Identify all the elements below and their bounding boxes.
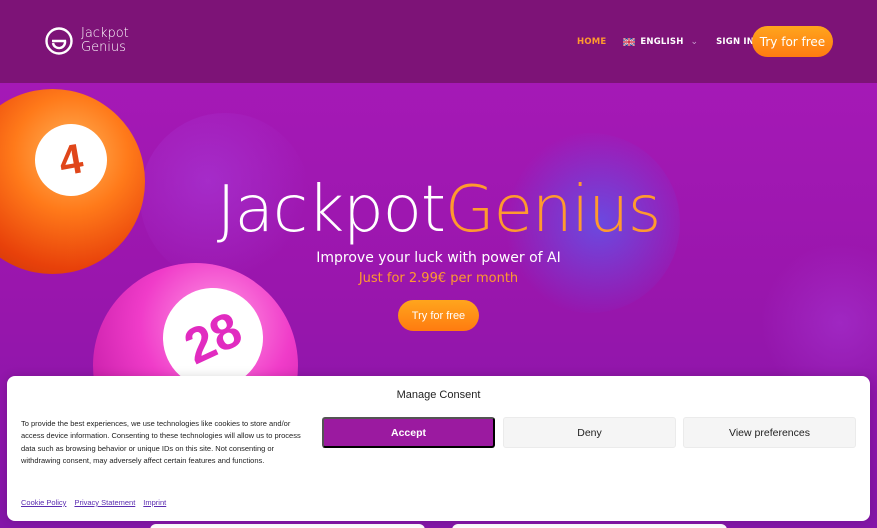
- hero-subtitle: Improve your luck with power of AI: [316, 250, 561, 266]
- brand-name-line2: Genius: [81, 40, 126, 55]
- hero-try-free-button[interactable]: Try for free: [398, 300, 479, 331]
- language-label: ENGLISH: [640, 36, 684, 47]
- content-card: [452, 524, 727, 528]
- consent-text: To provide the best experiences, we use …: [21, 419, 301, 465]
- privacy-statement-link[interactable]: Privacy Statement: [74, 498, 135, 507]
- hero-title: JackpotGenius: [0, 173, 877, 247]
- view-preferences-button[interactable]: View preferences: [683, 417, 856, 448]
- hero-price: Just for 2.99€ per month: [358, 271, 519, 286]
- accept-button[interactable]: Accept: [322, 417, 495, 448]
- imprint-link[interactable]: Imprint: [143, 498, 166, 507]
- hero-title-part2: Genius: [445, 173, 661, 247]
- chevron-down-icon: ⌄: [690, 36, 699, 46]
- deny-button[interactable]: Deny: [503, 417, 676, 448]
- brand-logo[interactable]: Jackpot Genius: [44, 26, 129, 56]
- nav-home-link[interactable]: HOME: [577, 37, 606, 47]
- navbar: Jackpot Genius HOME ENGLISH ⌄ SIGN IN Tr…: [0, 0, 877, 83]
- content-card: [150, 524, 425, 528]
- sign-in-link[interactable]: SIGN IN: [716, 37, 754, 47]
- uk-flag-icon: [623, 37, 636, 46]
- consent-banner: Manage Consent To provide the best exper…: [7, 376, 870, 521]
- brand-name-line1: Jackpot: [81, 26, 129, 41]
- main-nav: HOME ENGLISH ⌄ SIGN IN: [577, 36, 772, 47]
- cookie-policy-link[interactable]: Cookie Policy: [21, 498, 66, 507]
- nav-try-free-button[interactable]: Try for free: [752, 26, 833, 57]
- language-selector[interactable]: ENGLISH ⌄: [623, 36, 698, 47]
- jackpot-genius-logo-icon: [45, 27, 73, 55]
- consent-links: Cookie Policy Privacy Statement Imprint: [21, 498, 166, 507]
- consent-title: Manage Consent: [396, 389, 481, 401]
- brand-name: Jackpot Genius: [81, 27, 129, 55]
- hero-title-part1: Jackpot: [216, 173, 446, 247]
